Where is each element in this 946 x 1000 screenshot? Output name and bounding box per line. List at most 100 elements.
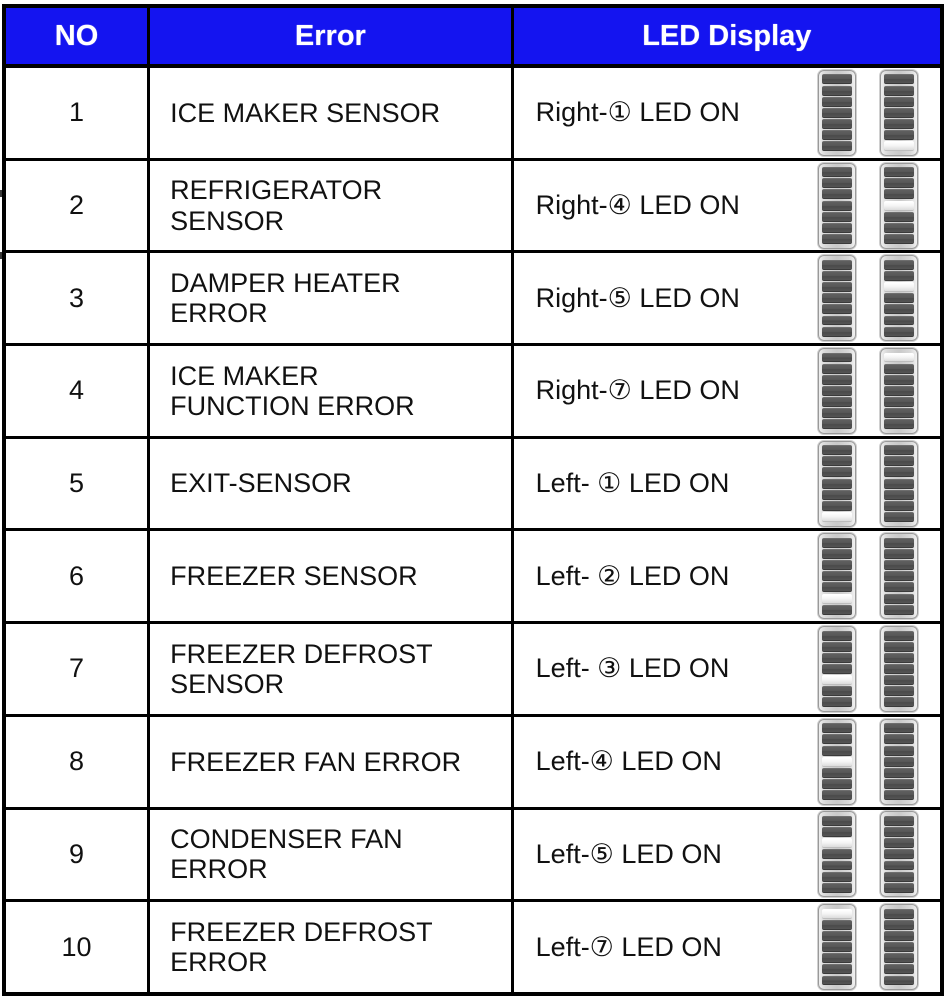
error-text-line1: FREEZER DEFROST — [170, 916, 433, 947]
led-segment-off — [822, 767, 852, 778]
led-strip-left-panel — [818, 69, 856, 156]
led-strip-right-panel — [880, 440, 918, 527]
led-segment-off — [822, 352, 852, 363]
led-instruction-text: Left-⑤ LED ON — [535, 838, 722, 869]
led-instruction-text: Left- ② LED ON — [535, 560, 730, 591]
led-segment-off — [822, 942, 852, 953]
error-text-line2: ERROR — [170, 298, 268, 329]
led-indicator-graphics — [818, 255, 940, 342]
cell-error: FREEZER SENSOR — [148, 529, 514, 625]
error-text-line1: FREEZER FAN ERROR — [170, 746, 462, 777]
led-strip-right-panel — [880, 625, 918, 712]
led-segment-off — [822, 385, 852, 396]
column-header-error: Error — [148, 6, 514, 68]
led-segment-off — [822, 130, 852, 141]
led-segment-off — [884, 975, 914, 986]
led-segment-off — [822, 270, 852, 281]
led-segment-on — [822, 756, 852, 767]
led-segment-on — [822, 675, 852, 686]
error-text-line1: REFRIGERATOR — [170, 175, 383, 206]
led-segment-off — [822, 259, 852, 270]
led-segment-off — [822, 860, 852, 871]
led-segment-off — [884, 919, 914, 930]
led-segment-off — [884, 778, 914, 789]
row-number: 8 — [69, 746, 85, 777]
led-instruction-text: Left-④ LED ON — [535, 746, 722, 777]
led-segment-off — [884, 85, 914, 96]
led-instruction-text: Right-⑦ LED ON — [535, 375, 740, 406]
led-segment-off — [884, 953, 914, 964]
led-segment-off — [884, 630, 914, 641]
led-segment-off — [884, 233, 914, 244]
led-segment-off — [884, 827, 914, 838]
led-segment-off — [884, 222, 914, 233]
led-segment-off — [884, 767, 914, 778]
led-strip-right-panel — [880, 718, 918, 805]
led-segment-off — [884, 964, 914, 975]
led-strip-left-panel — [818, 162, 856, 249]
led-segment-off — [822, 211, 852, 222]
led-segment-off — [884, 908, 914, 919]
led-segment-off — [884, 675, 914, 686]
table-row: 9 CONDENSER FAN ERROR Left-⑤ LED ON — [4, 808, 942, 903]
led-segment-on — [884, 200, 914, 211]
error-text-line1: CONDENSER FAN — [170, 824, 403, 855]
led-segment-off — [822, 537, 852, 548]
led-segment-off — [822, 686, 852, 697]
cell-led-display: Left-⑤ LED ON — [512, 808, 942, 903]
led-instruction-text: Right-⑤ LED ON — [535, 282, 740, 313]
led-segment-off — [822, 582, 852, 593]
led-segment-off — [884, 582, 914, 593]
error-text-line1: EXIT-SENSOR — [170, 468, 352, 499]
table-header-row: NO Error LED Display — [4, 6, 942, 68]
table-row: 2 REFRIGERATOR SENSOR Right-④ LED ON — [4, 159, 942, 254]
led-indicator-graphics — [818, 347, 940, 434]
led-segment-off — [822, 141, 852, 152]
led-segment-off — [884, 686, 914, 697]
led-segment-off — [822, 374, 852, 385]
led-cell-inner: Right-⑤ LED ON — [514, 253, 940, 343]
led-instruction-text: Right-① LED ON — [535, 97, 740, 128]
led-strip-left-panel — [818, 625, 856, 712]
led-segment-off — [822, 827, 852, 838]
cell-led-display: Right-⑦ LED ON — [512, 344, 942, 439]
cell-error: DAMPER HEATER ERROR — [148, 251, 514, 347]
led-segment-off — [822, 815, 852, 826]
led-segment-off — [822, 930, 852, 941]
led-segment-off — [822, 953, 852, 964]
led-segment-off — [884, 270, 914, 281]
cell-error: FREEZER DEFROST ERROR — [148, 900, 514, 994]
led-segment-off — [822, 363, 852, 374]
led-segment-off — [822, 233, 852, 244]
led-segment-off — [822, 560, 852, 571]
led-cell-inner: Left-④ LED ON — [514, 717, 940, 807]
led-segment-on — [822, 593, 852, 604]
led-segment-off — [884, 664, 914, 674]
cell-no: 3 — [4, 251, 151, 347]
led-segment-off — [884, 385, 914, 396]
cell-no: 2 — [4, 159, 151, 254]
led-segment-off — [822, 478, 852, 489]
error-text-line1: ICE MAKER — [170, 360, 319, 391]
cell-led-display: Left-⑦ LED ON — [512, 900, 942, 994]
led-segment-off — [822, 304, 852, 315]
led-cell-inner: Right-④ LED ON — [514, 161, 940, 251]
led-segment-off — [884, 189, 914, 200]
row-number: 9 — [69, 838, 85, 869]
table-body: 1 ICE MAKER SENSOR Right-① LED ON 2 REFRIGER… — [4, 66, 942, 994]
led-segment-off — [822, 734, 852, 745]
error-text-line2: ERROR — [170, 947, 268, 978]
led-segment-off — [884, 74, 914, 85]
led-segment-off — [884, 467, 914, 478]
cell-no: 5 — [4, 437, 151, 532]
led-segment-off — [884, 849, 914, 860]
table-header: NO Error LED Display — [4, 6, 942, 68]
led-instruction-text: Right-④ LED ON — [535, 190, 740, 221]
led-cell-inner: Left-⑤ LED ON — [514, 810, 940, 900]
led-segment-off — [822, 419, 852, 430]
led-instruction-text: Left-⑦ LED ON — [535, 931, 722, 962]
led-segment-off — [822, 189, 852, 200]
led-segment-off — [884, 445, 914, 456]
led-segment-off — [884, 697, 914, 708]
led-segment-off — [822, 408, 852, 419]
